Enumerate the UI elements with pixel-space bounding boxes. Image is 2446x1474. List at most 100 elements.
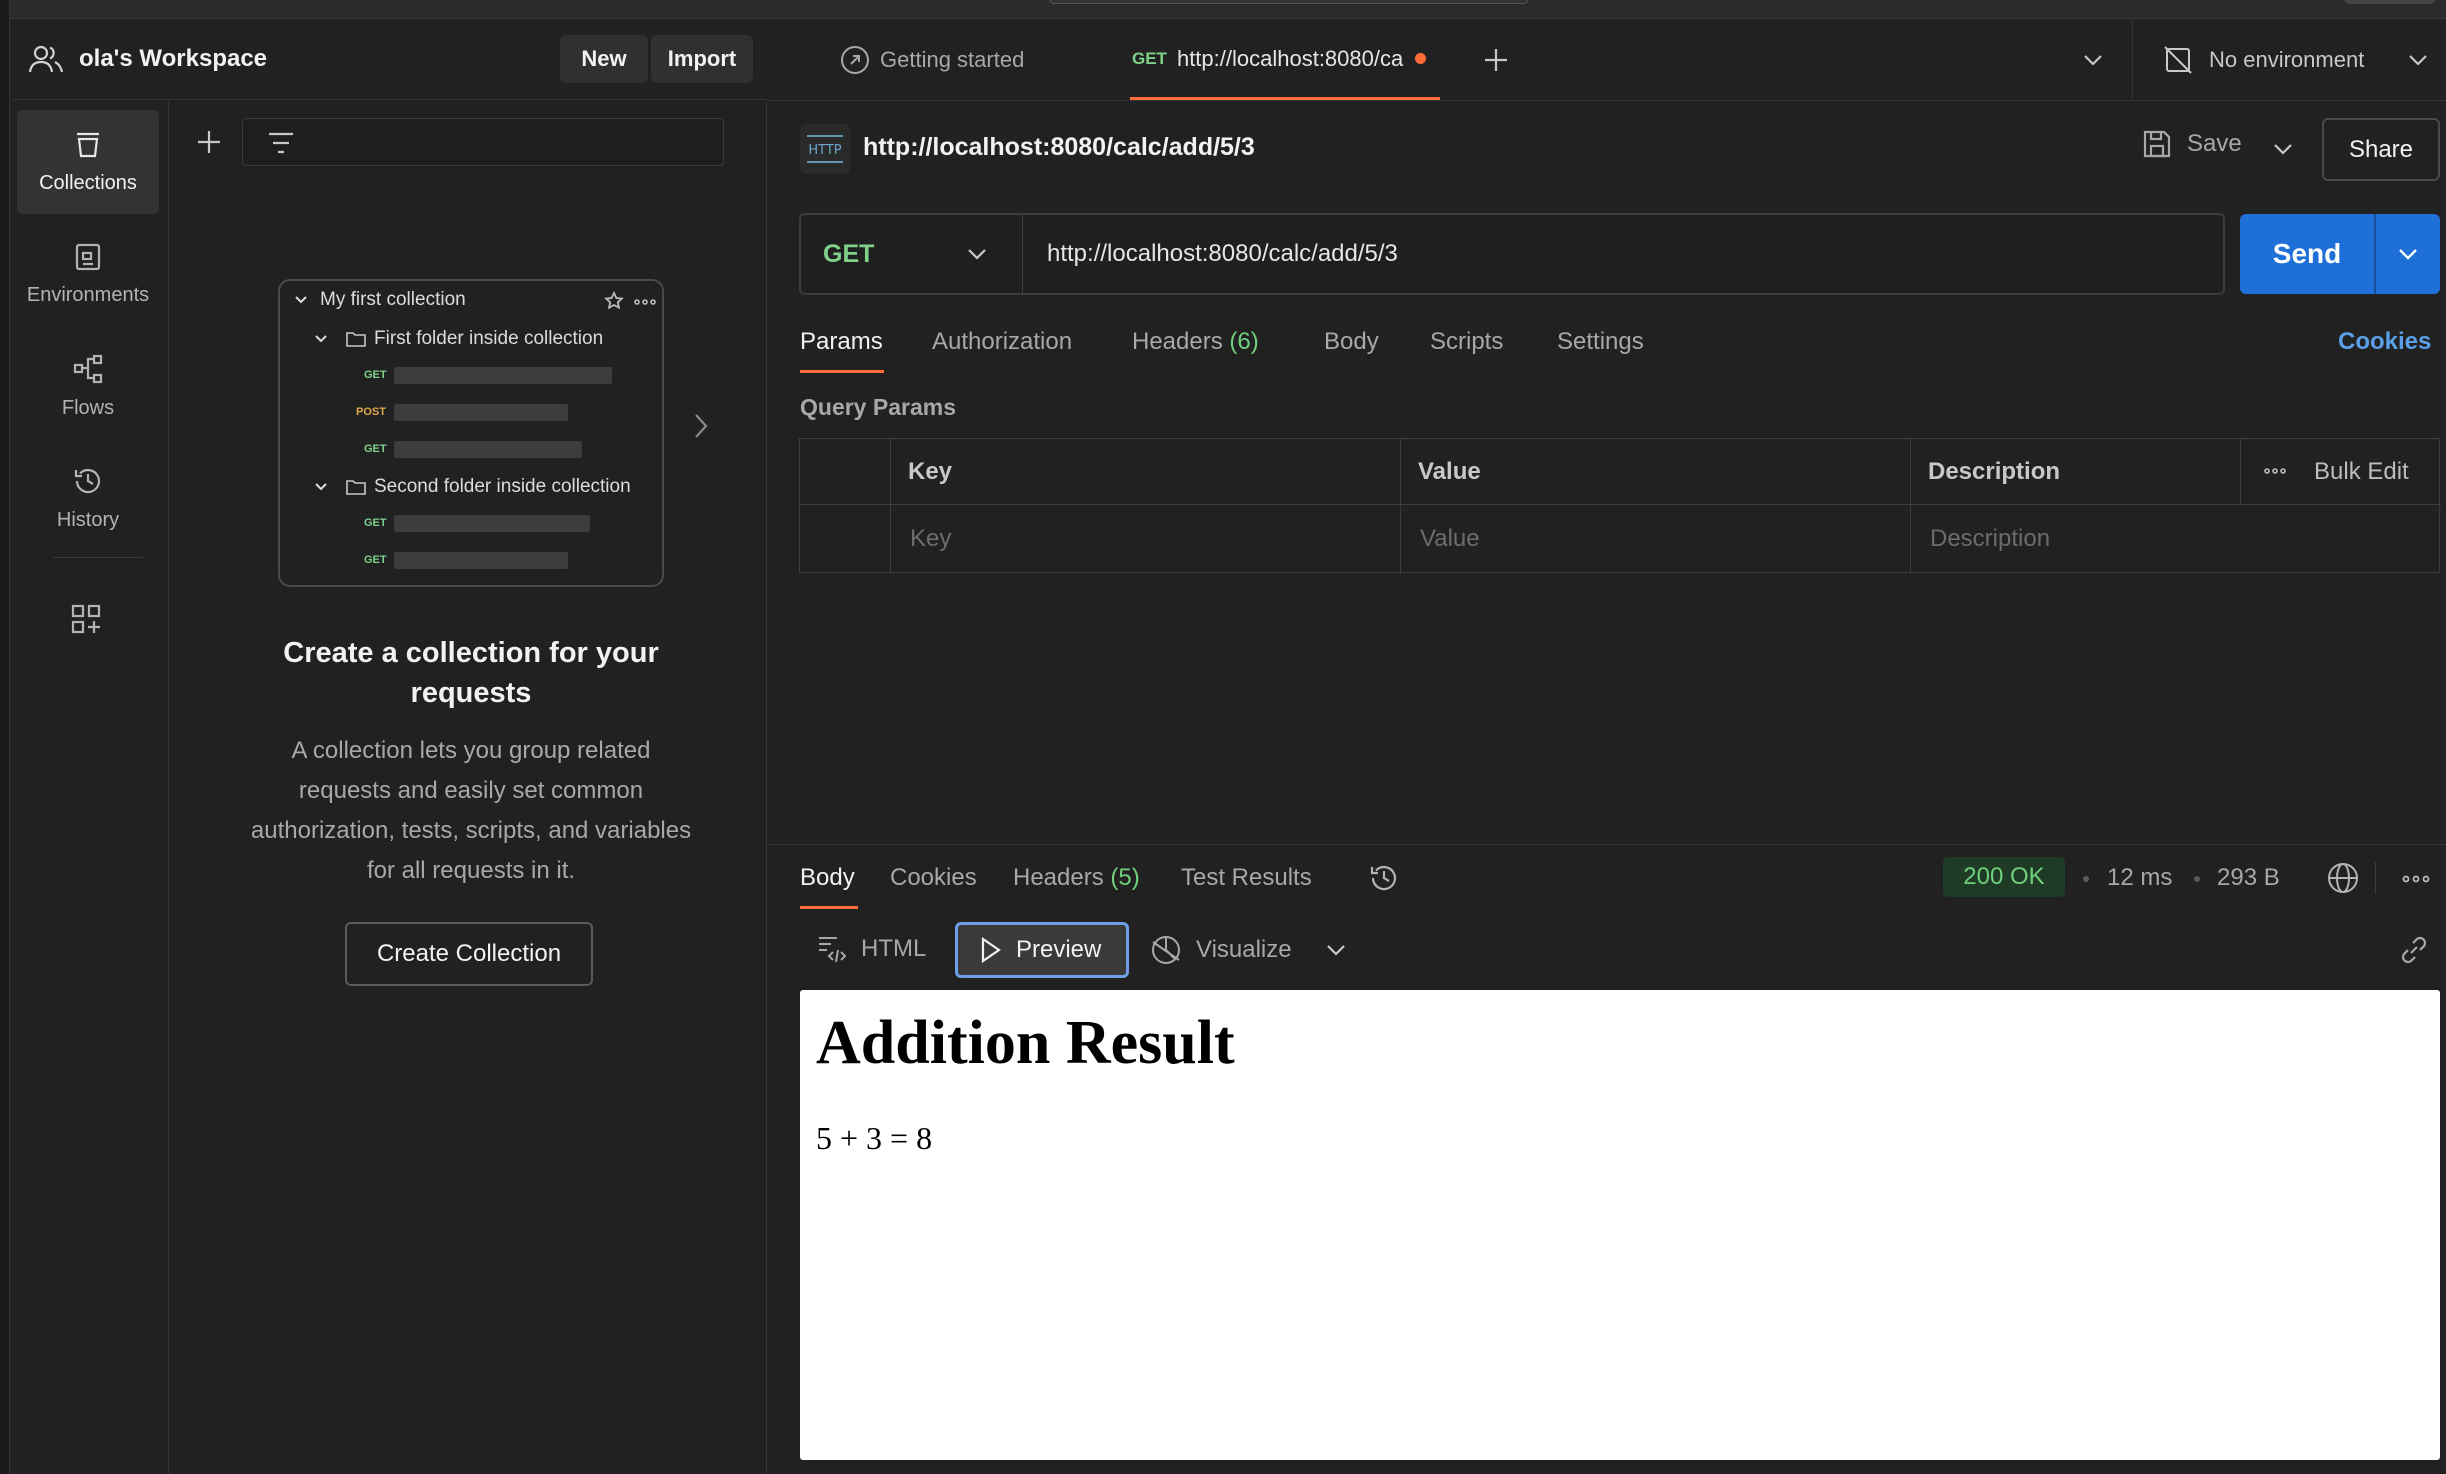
link-icon[interactable] (2398, 934, 2430, 966)
divider (890, 439, 891, 574)
svg-text:HTTP: HTTP (808, 143, 841, 158)
tab-method: GET (1132, 48, 1167, 68)
tab-label: http://localhost:8080/ca (1176, 45, 1404, 71)
sidebar-item-flows[interactable]: Flows (17, 334, 159, 438)
placeholder-bar (394, 367, 612, 384)
sidebar-item-label: History (56, 508, 120, 531)
placeholder-bar (394, 441, 582, 458)
response-time[interactable]: 12 ms (2107, 864, 2172, 892)
key-input[interactable]: Key (910, 505, 951, 573)
column-header-description: Description (1928, 457, 2061, 485)
placeholder-bar (394, 404, 568, 421)
visualize-icon (1150, 934, 1182, 966)
more-icon[interactable] (2264, 468, 2286, 474)
params-table: Key Value Description Bulk Edit Key Valu… (799, 438, 2441, 574)
collection-search-input[interactable] (242, 118, 724, 166)
empty-state-description: A collection lets you group related requ… (250, 737, 692, 884)
chevron-down-icon (2408, 54, 2428, 66)
workspace-header: ola's Workspace New Import (11, 20, 767, 100)
collection-preview-illustration: My first collection First folder inside … (278, 279, 664, 587)
response-tab-body[interactable]: Body (800, 864, 855, 892)
response-tab-headers[interactable]: Headers (5) (1013, 864, 1140, 892)
value-input[interactable]: Value (1420, 505, 1480, 573)
chevron-down-icon[interactable] (1326, 944, 1346, 956)
save-button[interactable]: Save (2141, 128, 2242, 160)
sidebar-item-history[interactable]: History (17, 446, 159, 550)
response-size[interactable]: 293 B (2217, 864, 2280, 892)
preview-result-line: 5 + 3 = 8 (816, 1120, 933, 1156)
view-html-button[interactable]: HTML (817, 934, 926, 964)
new-tab-icon[interactable] (1483, 47, 1509, 73)
view-visualize-button[interactable]: Visualize (1150, 934, 1292, 966)
collections-icon (73, 130, 103, 160)
sidebar-item-environments[interactable]: Environments (17, 222, 159, 326)
unsaved-dot (1415, 53, 1427, 64)
tab-active-request[interactable]: GET http://localhost:8080/ca (1130, 20, 1440, 100)
response-divider[interactable] (768, 844, 2446, 845)
flows-icon (72, 353, 104, 385)
new-button[interactable]: New (560, 35, 648, 83)
tab-label: Headers (1132, 328, 1223, 355)
workspace-title[interactable]: ola's Workspace (79, 45, 267, 73)
response-tab-cookies[interactable]: Cookies (890, 864, 977, 892)
divider (2240, 439, 2241, 504)
add-workbench-icon[interactable] (71, 604, 101, 634)
url-input[interactable]: http://localhost:8080/calc/add/5/3 (1047, 215, 1398, 293)
bulk-edit-button[interactable]: Bulk Edit (2314, 439, 2409, 504)
cookies-link[interactable]: Cookies (2338, 328, 2431, 356)
request-title[interactable]: http://localhost:8080/calc/add/5/3 (863, 133, 1255, 162)
tab-headers[interactable]: Headers (6) (1132, 328, 1259, 356)
environment-selector[interactable]: No environment (2163, 20, 2428, 100)
placeholder-bar (394, 515, 590, 532)
filter-icon[interactable] (267, 131, 295, 155)
chevron-down-icon (2398, 248, 2418, 260)
tab-authorization[interactable]: Authorization (932, 328, 1072, 356)
url-bar: GET http://localhost:8080/calc/add/5/3 (799, 213, 2225, 295)
save-label: Save (2187, 130, 2242, 157)
tab-settings[interactable]: Settings (1557, 328, 1644, 356)
method-badge: POST (356, 406, 386, 418)
view-label: HTML (861, 935, 927, 962)
view-label: Preview (1016, 936, 1102, 963)
more-icon[interactable] (2402, 875, 2430, 883)
globe-icon[interactable] (2326, 861, 2360, 895)
method-badge: GET (364, 443, 387, 455)
placeholder-bar (394, 552, 568, 569)
import-button[interactable]: Import (651, 35, 753, 83)
code-icon (817, 934, 847, 964)
chevron-right-icon[interactable] (694, 413, 708, 439)
divider (1400, 439, 1401, 574)
tab-scripts[interactable]: Scripts (1430, 328, 1503, 356)
add-icon[interactable] (196, 129, 222, 155)
folder-row: Second folder inside collection (314, 476, 631, 498)
folder-icon (346, 332, 366, 347)
send-button[interactable]: Send (2240, 214, 2374, 294)
tab-label: Getting started (880, 47, 1025, 72)
collection-name: My first collection (320, 289, 466, 310)
tab-getting-started[interactable]: Getting started (840, 20, 1024, 100)
history-icon[interactable] (1368, 862, 1400, 894)
send-options-button[interactable] (2376, 214, 2440, 294)
empty-state-title: Create a collection for your requests (283, 637, 659, 709)
environments-icon (73, 242, 103, 272)
separator-dot (2083, 876, 2089, 882)
response-tab-test-results[interactable]: Test Results (1181, 864, 1312, 892)
share-button[interactable]: Share (2322, 118, 2440, 181)
save-options-chevron-icon[interactable] (2273, 143, 2293, 155)
window-left-edge (0, 0, 10, 1474)
method-select[interactable]: GET (801, 215, 1023, 293)
sidebar-item-collections[interactable]: Collections (17, 110, 159, 214)
create-collection-button[interactable]: Create Collection (345, 922, 593, 986)
chevron-down-icon[interactable] (2083, 54, 2103, 66)
folder-icon (346, 480, 366, 495)
request-tabs-bar: Getting started GET http://localhost:808… (768, 20, 2446, 101)
active-tab-indicator (800, 370, 884, 373)
view-preview-button[interactable]: Preview (955, 922, 1129, 978)
status-badge[interactable]: 200 OK (1943, 857, 2065, 897)
tab-body[interactable]: Body (1324, 328, 1379, 356)
description-input[interactable]: Description (1930, 505, 2050, 573)
query-params-label: Query Params (800, 394, 956, 420)
preview-heading: Addition Result (816, 1009, 1235, 1077)
tab-params[interactable]: Params (800, 328, 883, 356)
tab-label: Headers (1013, 864, 1104, 891)
